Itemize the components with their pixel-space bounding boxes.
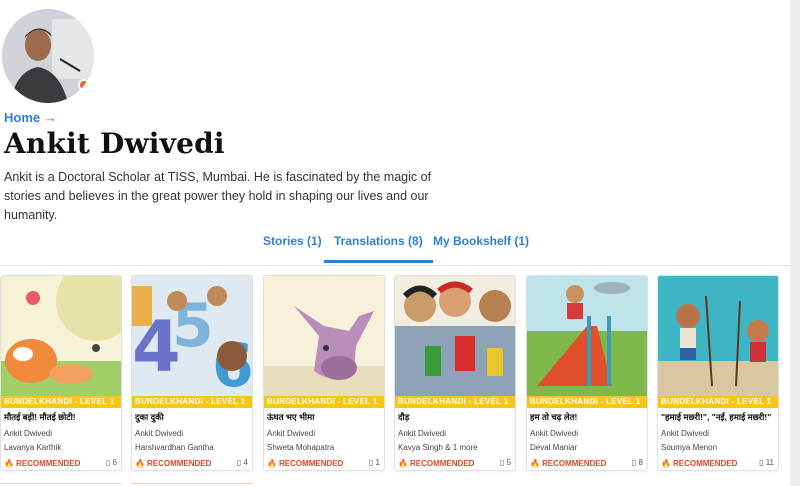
book-author[interactable]: Ankit Dwivedi (267, 429, 315, 438)
book-cover[interactable] (395, 276, 515, 396)
recommended-badge: 🔥 RECOMMENDED (398, 459, 474, 468)
recommended-badge: 🔥 RECOMMENDED (135, 459, 211, 468)
book-author[interactable]: Ankit Dwivedi (135, 429, 183, 438)
profile-tabs: Stories (1) Translations (8) My Bookshel… (0, 226, 790, 266)
book-title[interactable]: दौड़ (398, 412, 409, 423)
page-scroll-gutter (790, 0, 800, 486)
level-banner: BUNDELKHANDI - LEVEL 1 (132, 396, 252, 408)
avatar-badge-icon (78, 79, 90, 91)
tab-my-bookshelf[interactable]: My Bookshelf (1) (433, 234, 529, 260)
book-grid: BUNDELKHANDI - LEVEL 1 मौतई बड़ी! मौतई छ… (0, 275, 790, 486)
recommended-label: RECOMMENDED (146, 459, 212, 468)
recommended-badge: 🔥 RECOMMENDED (530, 459, 606, 468)
flame-icon: 🔥 (4, 459, 14, 468)
book-icon: ▯ (631, 458, 639, 467)
book-card[interactable]: BUNDELKHANDI - LEVEL 1 मौतई बड़ी! मौतई छ… (0, 275, 122, 471)
read-count: ▯ 11 (759, 458, 774, 467)
book-illustrator[interactable]: Soumya Menon (661, 443, 717, 452)
recommended-badge: 🔥 RECOMMENDED (4, 459, 80, 468)
breadcrumb-home-link[interactable]: Home → (4, 110, 57, 125)
tab-stories[interactable]: Stories (1) (263, 234, 322, 260)
read-count: ▯ 8 (631, 458, 643, 467)
recommended-badge: 🔥 RECOMMENDED (661, 459, 737, 468)
book-illustrator[interactable]: Kavya Singh & 1 more (398, 443, 478, 452)
book-icon: ▯ (105, 458, 113, 467)
recommended-label: RECOMMENDED (278, 459, 344, 468)
recommended-label: RECOMMENDED (409, 459, 475, 468)
book-icon: ▯ (368, 458, 376, 467)
book-illustrator[interactable]: Lavanya Karthik (4, 443, 61, 452)
read-count: ▯ 1 (368, 458, 380, 467)
book-title[interactable]: ऊंघत भए भीमा (267, 412, 314, 423)
book-icon: ▯ (236, 458, 244, 467)
flame-icon: 🔥 (661, 459, 671, 468)
book-cover[interactable]: 4 5 6 (132, 276, 252, 396)
level-banner: BUNDELKHANDI - LEVEL 1 (395, 396, 515, 408)
tab-translations[interactable]: Translations (8) (324, 234, 433, 263)
book-title[interactable]: दुका दुकी (135, 412, 164, 423)
profile-bio: Ankit is a Doctoral Scholar at TISS, Mum… (4, 170, 432, 222)
book-cover[interactable] (1, 276, 121, 396)
book-title[interactable]: "हमाई मछरी!", "नईं, हमाई मछरी!" (661, 412, 771, 423)
book-icon: ▯ (759, 458, 766, 467)
book-cover[interactable] (264, 276, 384, 396)
recommended-badge: 🔥 RECOMMENDED (267, 459, 343, 468)
read-count: ▯ 6 (105, 458, 117, 467)
book-author[interactable]: Ankit Dwivedi (530, 429, 578, 438)
level-banner: BUNDELKHANDI - LEVEL 1 (1, 396, 121, 408)
level-banner: BUNDELKHANDI - LEVEL 1 (658, 396, 778, 408)
profile-avatar (2, 9, 94, 103)
book-author[interactable]: Ankit Dwivedi (398, 429, 446, 438)
read-count: ▯ 5 (499, 458, 511, 467)
page-title: Ankit Dwivedi (4, 127, 225, 160)
book-card[interactable]: BUNDELKHANDI - LEVEL 1 दौड़ Ankit Dwived… (394, 275, 516, 471)
book-card[interactable]: BUNDELKHANDI - LEVEL 1 "हमाई मछरी!", "नई… (657, 275, 779, 471)
flame-icon: 🔥 (135, 459, 145, 468)
recommended-label: RECOMMENDED (672, 459, 738, 468)
flame-icon: 🔥 (530, 459, 540, 468)
recommended-label: RECOMMENDED (541, 459, 607, 468)
read-count: ▯ 4 (236, 458, 248, 467)
book-card[interactable]: BUNDELKHANDI - LEVEL 1 हम तो चढ़ लेत! An… (526, 275, 648, 471)
recommended-label: RECOMMENDED (15, 459, 81, 468)
book-author[interactable]: Ankit Dwivedi (661, 429, 709, 438)
book-title[interactable]: मौतई बड़ी! मौतई छोटी! (4, 412, 76, 423)
book-card[interactable]: 4 5 6 BUNDELKHANDI - LEVEL 1 दुका दुकी A… (131, 275, 253, 471)
book-cover[interactable] (527, 276, 647, 396)
book-author[interactable]: Ankit Dwivedi (4, 429, 52, 438)
book-illustrator[interactable]: Deval Maniar (530, 443, 577, 452)
book-card[interactable]: BUNDELKHANDI - LEVEL 1 ऊंघत भए भीमा Anki… (263, 275, 385, 471)
flame-icon: 🔥 (267, 459, 277, 468)
book-illustrator[interactable]: Harshvardhan Gantha (135, 443, 214, 452)
book-title[interactable]: हम तो चढ़ लेत! (530, 412, 577, 423)
book-illustrator[interactable]: Shweta Mohapatra (267, 443, 334, 452)
level-banner: BUNDELKHANDI - LEVEL 1 (527, 396, 647, 408)
level-banner: BUNDELKHANDI - LEVEL 1 (264, 396, 384, 408)
flame-icon: 🔥 (398, 459, 408, 468)
book-cover[interactable] (658, 276, 778, 396)
book-icon: ▯ (499, 458, 507, 467)
